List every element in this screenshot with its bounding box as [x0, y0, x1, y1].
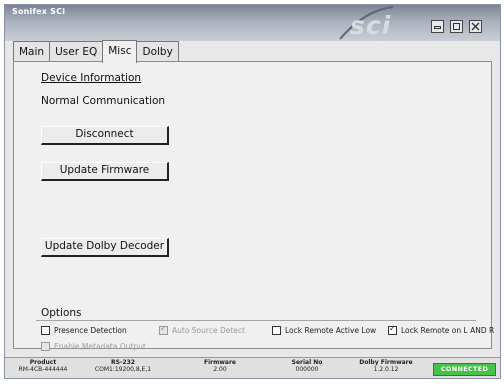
tab-misc[interactable]: Misc	[102, 40, 138, 63]
dolby-firmware-value: 1.2.0.12	[373, 366, 399, 373]
enable-metadata-output-option: Enable Metadata Output	[41, 342, 146, 351]
check-icon: ✓	[389, 324, 396, 333]
close-button[interactable]	[469, 20, 482, 33]
auto-source-detect-label: Auto Source Detect	[172, 326, 245, 335]
lock-remote-lr-option[interactable]: ✓ Lock Remote on L AND R	[388, 324, 495, 335]
product-value: RM-4CB-444444	[18, 366, 68, 373]
firmware-value: 2.00	[213, 366, 227, 373]
dolby-firmware-info: Dolby Firmware 1.2.0.12	[351, 359, 421, 373]
update-firmware-button[interactable]: Update Firmware	[41, 162, 169, 181]
minimize-icon	[434, 26, 441, 29]
serial-info: Serial No 000000	[282, 359, 332, 373]
presence-detection-checkbox[interactable]	[41, 326, 50, 335]
minimize-button[interactable]	[431, 20, 444, 33]
options-divider	[36, 320, 476, 321]
enable-metadata-output-checkbox	[41, 342, 50, 351]
serial-value: 000000	[295, 366, 319, 373]
maximize-icon	[453, 23, 460, 30]
lock-remote-active-low-checkbox[interactable]	[272, 326, 281, 335]
close-icon	[471, 22, 480, 31]
tab-bar: Main User EQ Misc Dolby	[13, 40, 179, 63]
tab-user-eq[interactable]: User EQ	[49, 41, 104, 62]
presence-detection-option[interactable]: Presence Detection	[41, 326, 127, 335]
update-dolby-decoder-button[interactable]: Update Dolby Decoder	[41, 238, 169, 257]
app-window: Sonifex SCI sci Main User EQ Misc Dolby …	[4, 4, 501, 379]
lock-remote-lr-checkbox[interactable]: ✓	[388, 324, 397, 335]
tab-main[interactable]: Main	[13, 41, 51, 62]
rs232-value: COM1:19200,8,E,1	[94, 366, 152, 373]
misc-panel: Device Information Normal Communication …	[13, 61, 495, 351]
maximize-button[interactable]	[450, 20, 463, 33]
presence-detection-label: Presence Detection	[54, 326, 127, 335]
lock-remote-lr-label: Lock Remote on L AND R	[401, 326, 495, 335]
lock-remote-active-low-option[interactable]: Lock Remote Active Low	[272, 326, 376, 335]
dolby-firmware-label: Dolby Firmware	[359, 359, 413, 366]
enable-metadata-output-label: Enable Metadata Output	[54, 342, 146, 351]
device-info-title: Device Information	[41, 72, 142, 84]
tab-dolby[interactable]: Dolby	[136, 41, 179, 62]
brand-logo: sci	[350, 11, 392, 40]
product-info: Product RM-4CB-444444	[13, 359, 73, 373]
disconnect-button[interactable]: Disconnect	[41, 126, 169, 145]
product-label: Product	[29, 359, 57, 366]
auto-source-detect-option: ✓ Auto Source Detect	[159, 324, 245, 335]
title-bar[interactable]: Sonifex SCI sci	[5, 5, 500, 41]
rs232-label: RS-232	[111, 359, 135, 366]
lock-remote-active-low-label: Lock Remote Active Low	[285, 326, 377, 335]
communication-status: Normal Communication	[41, 95, 166, 107]
options-title: Options	[41, 307, 82, 319]
firmware-info: Firmware 2.00	[195, 359, 245, 373]
rs232-info: RS-232 COM1:19200,8,E,1	[83, 359, 163, 373]
status-bar: Product RM-4CB-444444 RS-232 COM1:19200,…	[5, 357, 500, 378]
serial-label: Serial No	[291, 359, 323, 366]
connection-status-badge: CONNECTED	[433, 363, 496, 376]
app-title: Sonifex SCI	[12, 7, 66, 16]
auto-source-detect-checkbox: ✓	[159, 324, 168, 335]
firmware-label: Firmware	[204, 359, 236, 366]
check-icon: ✓	[160, 324, 167, 333]
